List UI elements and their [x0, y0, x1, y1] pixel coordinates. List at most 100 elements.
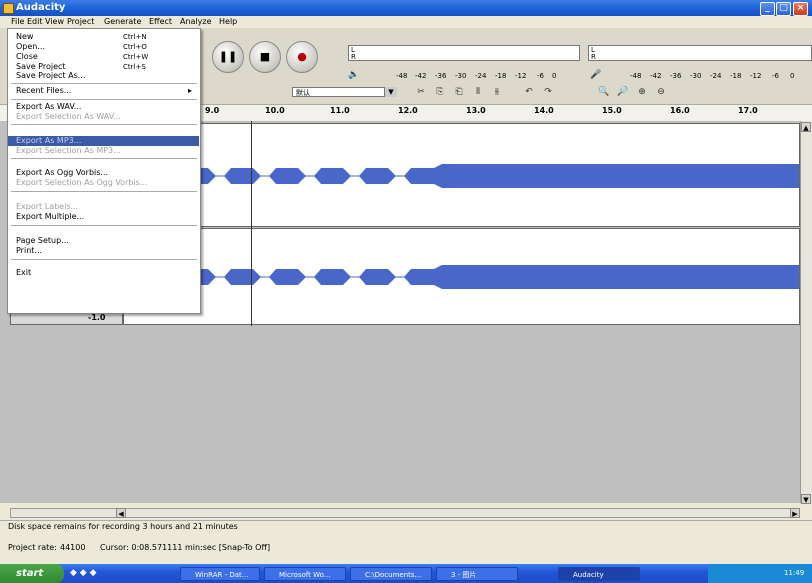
quick-launch-icon[interactable]: ◆ ◆ ◆ [70, 568, 97, 578]
copy-icon[interactable]: ⎘ [433, 86, 447, 98]
meter-scale-label: -48 [630, 72, 642, 80]
menu-item-new[interactable]: New [16, 32, 33, 42]
timeline-tick: 17.0 [738, 106, 758, 115]
menu-item-export-ogg[interactable]: Export As Ogg Vorbis... [16, 168, 108, 178]
meter-scale-label: -18 [495, 72, 507, 80]
meter-scale-label: -36 [670, 72, 682, 80]
title-bar [0, 0, 812, 16]
zoom-out-icon[interactable]: 🔎 [616, 86, 630, 98]
meter-scale-label: -36 [435, 72, 447, 80]
meter-scale-label: -12 [750, 72, 762, 80]
taskbar-button[interactable]: C:\Documents... [350, 567, 432, 581]
meter-scale-label: 0 [790, 72, 795, 80]
meter-scale-label: -42 [415, 72, 427, 80]
menu-item-export-multiple[interactable]: Export Multiple... [16, 212, 84, 222]
paste-icon[interactable]: ⎗ [452, 86, 466, 98]
cut-icon[interactable]: ✂ [414, 86, 428, 98]
project-rate-value[interactable]: 44100 [60, 541, 85, 555]
timeline-tick: 15.0 [602, 106, 622, 115]
menu-item-page-setup[interactable]: Page Setup... [16, 236, 69, 246]
menu-generate[interactable]: Generate [104, 16, 141, 28]
track-gain-label: -1.0 [88, 313, 106, 322]
fit-project-icon[interactable]: ⊖ [654, 86, 668, 98]
taskbar-button-audacity[interactable]: Audacity [558, 567, 640, 581]
shortcut-close: Ctrl+W [123, 53, 149, 61]
meter-scale-label: -24 [710, 72, 722, 80]
timeline-tick: 12.0 [398, 106, 418, 115]
meter-right-label-rec: R [591, 53, 596, 61]
waveform-shape [124, 164, 799, 188]
menu-separator [11, 259, 197, 260]
taskbar-button[interactable]: 3 - 图片 [436, 567, 518, 581]
app-icon [3, 3, 14, 14]
minimize-button[interactable]: _ [760, 2, 775, 16]
menu-item-close[interactable]: Close [16, 52, 38, 62]
taskbar-button[interactable]: Microsoft Wo... [264, 567, 346, 581]
submenu-arrow-icon: ▸ [188, 86, 193, 95]
horizontal-scrollbar[interactable] [10, 508, 800, 518]
project-rate-label: Project rate: [8, 543, 57, 552]
chevron-down-icon[interactable]: ▼ [384, 87, 397, 97]
menu-separator [11, 99, 197, 100]
menu-edit[interactable]: Edit [27, 16, 43, 28]
menu-item-open[interactable]: Open... [16, 42, 45, 52]
menu-item-export-selection-ogg: Export Selection As Ogg Vorbis... [16, 178, 148, 187]
trim-icon[interactable]: ⫴ [471, 86, 485, 98]
track-waveform[interactable] [123, 228, 800, 325]
undo-icon[interactable]: ↶ [522, 86, 536, 98]
scroll-left-icon[interactable]: ◀ [116, 508, 126, 518]
disk-status: Disk space remains for recording 3 hours… [0, 520, 812, 532]
menu-help[interactable]: Help [219, 16, 237, 28]
window-title: Audacity [16, 2, 66, 13]
meter-scale-label: -42 [650, 72, 662, 80]
menu-separator [11, 83, 197, 84]
maximize-button[interactable]: □ [776, 2, 791, 16]
menu-effect[interactable]: Effect [149, 16, 172, 28]
meter-scale-label: -6 [772, 72, 779, 80]
zoom-in-icon[interactable]: 🔍 [597, 86, 611, 98]
menu-item-save-project-as[interactable]: Save Project As... [16, 71, 85, 81]
scroll-down-icon[interactable]: ▼ [801, 494, 811, 504]
menu-item-export-mp3[interactable]: Export As MP3... [16, 136, 81, 146]
microphone-icon[interactable]: 🎤 [590, 70, 601, 80]
device-select[interactable]: 默认 [292, 87, 396, 97]
menu-item-exit[interactable]: Exit [16, 268, 31, 278]
vertical-scrollbar[interactable] [800, 121, 812, 503]
shortcut-open: Ctrl+O [123, 43, 147, 51]
menu-separator [11, 225, 197, 226]
menu-analyze[interactable]: Analyze [180, 16, 212, 28]
meter-scale-label: -6 [537, 72, 544, 80]
taskbar-button[interactable]: WinRAR - Dat... [180, 567, 260, 581]
meter-scale-label: -12 [515, 72, 527, 80]
scroll-up-icon[interactable]: ▲ [801, 122, 811, 132]
menu-item-recent-files[interactable]: Recent Files... [16, 86, 71, 96]
waveform-shape [124, 265, 799, 289]
meter-scale-label: 0 [552, 72, 557, 80]
meter-scale-label: -48 [396, 72, 408, 80]
timeline-tick: 11.0 [330, 106, 350, 115]
menu-project[interactable]: Project [67, 16, 94, 28]
fit-selection-icon[interactable]: ⊕ [635, 86, 649, 98]
menu-file[interactable]: File [11, 16, 24, 28]
redo-icon[interactable]: ↷ [541, 86, 555, 98]
shortcut-new: Ctrl+N [123, 33, 147, 41]
menu-item-export-wav[interactable]: Export As WAV... [16, 102, 81, 112]
scroll-right-icon[interactable]: ▶ [790, 508, 800, 518]
record-button[interactable]: ● [286, 41, 318, 73]
close-button[interactable]: × [793, 2, 808, 16]
start-button[interactable]: start [0, 564, 64, 583]
track-waveform[interactable] [123, 123, 800, 227]
timeline-tick: 13.0 [466, 106, 486, 115]
stop-button[interactable]: ■ [249, 41, 281, 73]
pause-button[interactable]: ❚❚ [212, 41, 244, 73]
play-cursor [251, 121, 252, 326]
speaker-icon[interactable]: 🔈 [348, 70, 359, 80]
menu-view[interactable]: View [45, 16, 64, 28]
timeline-tick: 14.0 [534, 106, 554, 115]
cursor-position: Cursor: 0:08.571111 min:sec [Snap-To Off… [100, 543, 271, 552]
menu-item-export-selection-wav: Export Selection As WAV... [16, 112, 121, 121]
playback-meter[interactable] [348, 45, 580, 61]
menu-item-print[interactable]: Print... [16, 246, 42, 256]
record-meter[interactable] [588, 45, 812, 61]
silence-icon[interactable]: ⫵ [490, 86, 504, 98]
